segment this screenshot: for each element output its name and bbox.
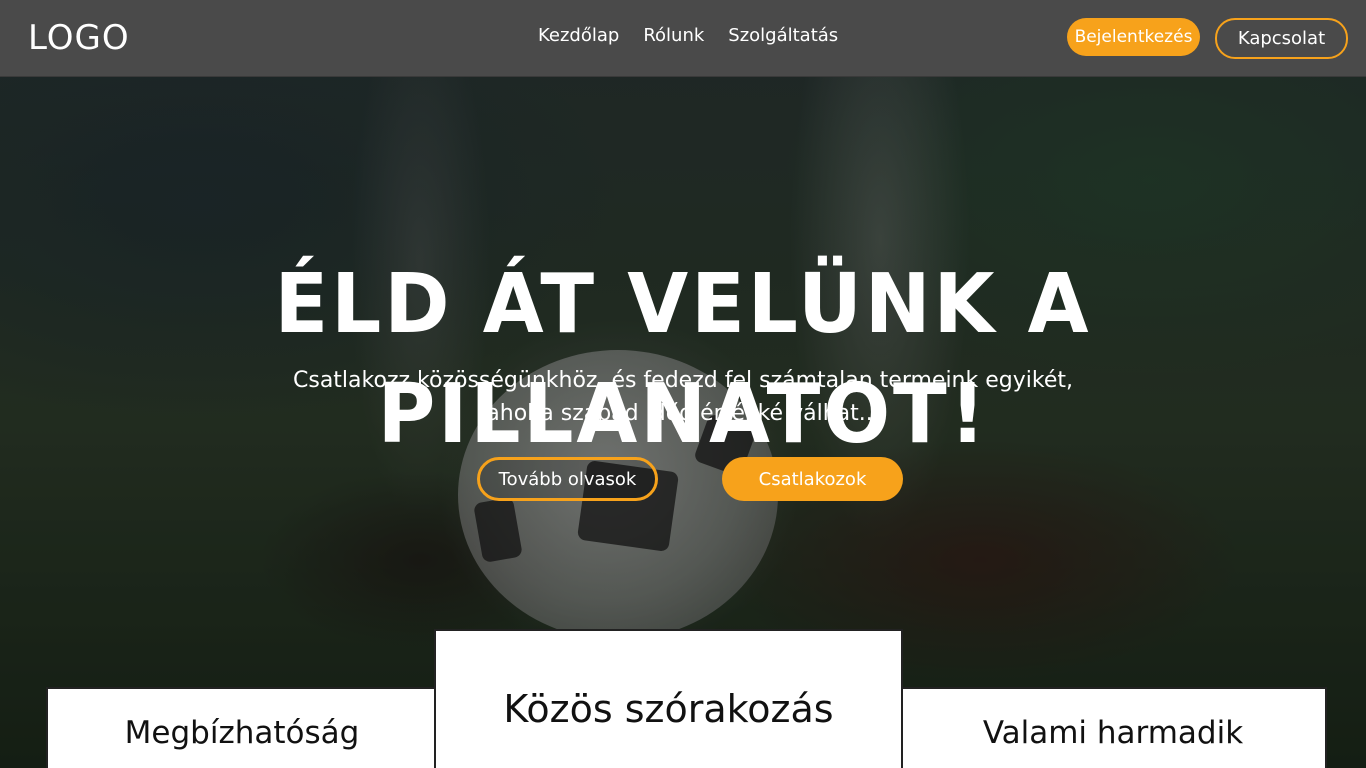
nav-link-about[interactable]: Rólunk — [643, 25, 704, 46]
feature-card-title: Közös szórakozás — [503, 687, 834, 731]
feature-card-reliability: Megbízhatóság — [46, 687, 438, 768]
hero-subtitle: Csatlakozz közösségünkhöz, és fedezd fel… — [0, 364, 1366, 430]
hero-title: ÉLD ÁT VELÜNK A PILLANATOT! — [274, 257, 1092, 462]
top-navbar: LOGO Kezdőlap Rólunk Szolgáltatás Bejele… — [0, 0, 1366, 76]
hero-subtitle-line-1: Csatlakozz közösségünkhöz, és fedezd fel… — [293, 368, 1073, 393]
feature-card-title: Valami harmadik — [982, 715, 1244, 751]
nav-link-home[interactable]: Kezdőlap — [538, 25, 619, 46]
join-button[interactable]: Csatlakozok — [722, 457, 903, 501]
hero-subtitle-line-2: ahol a szabad időd értékké válhat... — [486, 401, 880, 426]
contact-button[interactable]: Kapcsolat — [1215, 18, 1348, 59]
feature-card-third: Valami harmadik — [899, 687, 1327, 768]
feature-card-fun: Közös szórakozás — [434, 629, 903, 768]
feature-card-title: Megbízhatóság — [124, 715, 360, 751]
read-more-button[interactable]: Tovább olvasok — [477, 457, 658, 501]
landing-page: LOGO Kezdőlap Rólunk Szolgáltatás Bejele… — [0, 0, 1366, 768]
logo[interactable]: LOGO — [28, 18, 130, 58]
nav-link-services[interactable]: Szolgáltatás — [728, 25, 838, 46]
main-nav: Kezdőlap Rólunk Szolgáltatás — [538, 25, 838, 46]
login-button[interactable]: Bejelentkezés — [1067, 18, 1200, 56]
